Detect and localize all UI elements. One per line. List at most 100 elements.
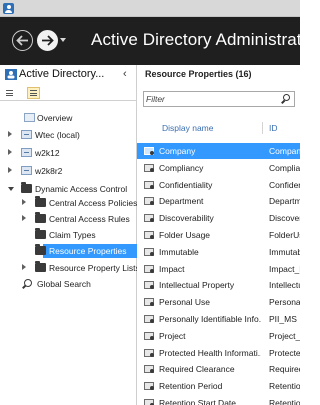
- collapsed-chevron-icon[interactable]: [22, 199, 26, 205]
- folder-icon: [21, 182, 32, 193]
- filter-input[interactable]: [146, 93, 274, 105]
- back-button[interactable]: [12, 30, 33, 51]
- id-cell: Project_M: [269, 330, 300, 341]
- server-icon: [21, 130, 32, 139]
- nav-item[interactable]: Claim Types: [0, 227, 136, 243]
- resource-property-icon: [144, 180, 154, 189]
- table-row[interactable]: Impact Impact_M: [137, 261, 300, 277]
- table-row[interactable]: Discoverability Discover: [137, 210, 300, 226]
- id-cell: Personal: [269, 297, 300, 308]
- column-header-id[interactable]: ID: [269, 123, 278, 133]
- nav-item[interactable]: w2k12: [0, 145, 136, 161]
- forward-button[interactable]: [37, 30, 58, 51]
- nav-item[interactable]: Wtec (local): [0, 127, 136, 143]
- nav-item[interactable]: Central Access Policies: [0, 195, 138, 211]
- table-row[interactable]: Personally Identifiable Info... PII_MS: [137, 311, 300, 327]
- collapsed-chevron-icon[interactable]: [8, 149, 12, 155]
- resource-property-icon: [144, 399, 154, 405]
- display-name-cell: Impact: [159, 263, 185, 274]
- search-icon: [24, 279, 32, 287]
- table-row[interactable]: Intellectual Property Intellectu: [137, 277, 300, 293]
- resource-property-icon: [144, 214, 154, 223]
- resource-property-icon: [144, 315, 154, 323]
- table-row[interactable]: Project Project_M: [137, 328, 300, 344]
- id-cell: Immutab: [269, 246, 300, 257]
- id-cell: Impact_M: [269, 263, 300, 274]
- table-row[interactable]: Compliancy Complia: [137, 160, 300, 176]
- table-row[interactable]: Department Departm: [137, 193, 300, 209]
- resource-property-icon: [144, 163, 154, 172]
- table-row[interactable]: Retention Period Retention: [137, 378, 300, 394]
- resource-property-icon: [144, 264, 154, 273]
- nav-item[interactable]: Overview: [0, 110, 136, 126]
- resource-property-icon: [144, 331, 154, 340]
- nav-item-label: w2k8r2: [35, 166, 63, 176]
- navigation-pane-header: Active Directory... ‹: [0, 65, 136, 85]
- column-header-display-name[interactable]: Display name: [162, 123, 214, 133]
- resource-property-icon: [144, 147, 154, 155]
- collapsed-chevron-icon[interactable]: [22, 215, 26, 221]
- table-row[interactable]: Confidentiality Confiden: [137, 177, 300, 193]
- display-name-cell: Company: [159, 146, 196, 156]
- view-toggle-bar: [0, 86, 136, 101]
- navigation-pane-title: Active Directory...: [19, 68, 105, 80]
- resource-property-icon: [144, 231, 154, 239]
- display-name-cell: Confidentiality: [159, 179, 213, 190]
- resource-property-icon: [144, 247, 154, 256]
- table-row[interactable]: Company Company: [137, 143, 300, 159]
- display-name-cell: Personally Identifiable Info...: [159, 314, 261, 324]
- id-cell: Discover: [269, 213, 300, 224]
- history-dropdown-icon[interactable]: [60, 38, 66, 42]
- id-cell: PII_MS: [269, 314, 297, 324]
- table-row[interactable]: Required Clearance Required: [137, 361, 300, 377]
- table-row[interactable]: Retention Start Date Retention: [137, 395, 300, 405]
- collapse-pane-chevron-icon[interactable]: ‹: [123, 68, 127, 80]
- nav-item[interactable]: Resource Property Lists: [0, 260, 140, 276]
- back-arrow-icon: [16, 35, 28, 46]
- folder-icon: [35, 261, 46, 272]
- forward-arrow-icon: [42, 35, 54, 46]
- tree-view-button[interactable]: [27, 87, 40, 99]
- nav-item[interactable]: Resource Properties: [0, 243, 147, 259]
- id-cell: Departm: [269, 196, 300, 207]
- table-row[interactable]: Folder Usage FolderUs: [137, 227, 300, 243]
- app-user-icon: [3, 3, 14, 14]
- list-view-button[interactable]: [4, 88, 15, 98]
- overview-icon: [24, 113, 35, 122]
- display-name-cell: Personal Use: [159, 297, 211, 308]
- resource-properties-pane: Resource Properties (16) Display name ID…: [137, 65, 300, 405]
- domain-icon: [5, 69, 17, 80]
- display-name-cell: Department: [159, 196, 204, 207]
- nav-item-label: Central Access Policies: [49, 198, 138, 208]
- nav-item[interactable]: w2k8r2: [0, 163, 136, 179]
- nav-item[interactable]: Global Search: [0, 276, 136, 292]
- pane-title: Resource Properties (16): [145, 69, 252, 79]
- nav-item-label: Dynamic Access Control: [35, 184, 128, 194]
- nav-item[interactable]: Central Access Rules: [0, 211, 136, 227]
- table-row[interactable]: Protected Health Informati... Protected: [137, 345, 300, 361]
- collapsed-chevron-icon[interactable]: [8, 167, 12, 173]
- nav-item-label: Overview: [37, 113, 73, 123]
- filter-box[interactable]: [143, 91, 295, 107]
- display-name-cell: Intellectual Property: [159, 280, 235, 291]
- collapsed-chevron-icon[interactable]: [22, 264, 26, 270]
- nav-item-label: w2k12: [35, 148, 60, 158]
- id-cell: Retention: [269, 398, 300, 405]
- search-icon[interactable]: [283, 94, 290, 101]
- expanded-chevron-icon[interactable]: [8, 187, 14, 191]
- resource-property-icon: [144, 382, 154, 391]
- column-divider[interactable]: [262, 122, 263, 134]
- navigation-pane: Active Directory... ‹ Overview Wtec (loca…: [0, 65, 147, 405]
- display-name-cell: Retention Period: [159, 381, 223, 392]
- resource-property-icon: [144, 348, 154, 357]
- collapsed-chevron-icon[interactable]: [8, 131, 12, 137]
- window-title-bar: [0, 0, 300, 17]
- server-icon: [21, 166, 32, 175]
- display-name-cell: Project: [159, 330, 186, 341]
- nav-item-label: Resource Properties: [49, 246, 127, 256]
- table-row[interactable]: Personal Use Personal: [137, 294, 300, 310]
- nav-item-label: Resource Property Lists: [49, 263, 140, 273]
- id-cell: Required: [269, 364, 300, 375]
- table-row[interactable]: Immutable Immutab: [137, 244, 300, 260]
- resource-property-icon: [144, 197, 154, 206]
